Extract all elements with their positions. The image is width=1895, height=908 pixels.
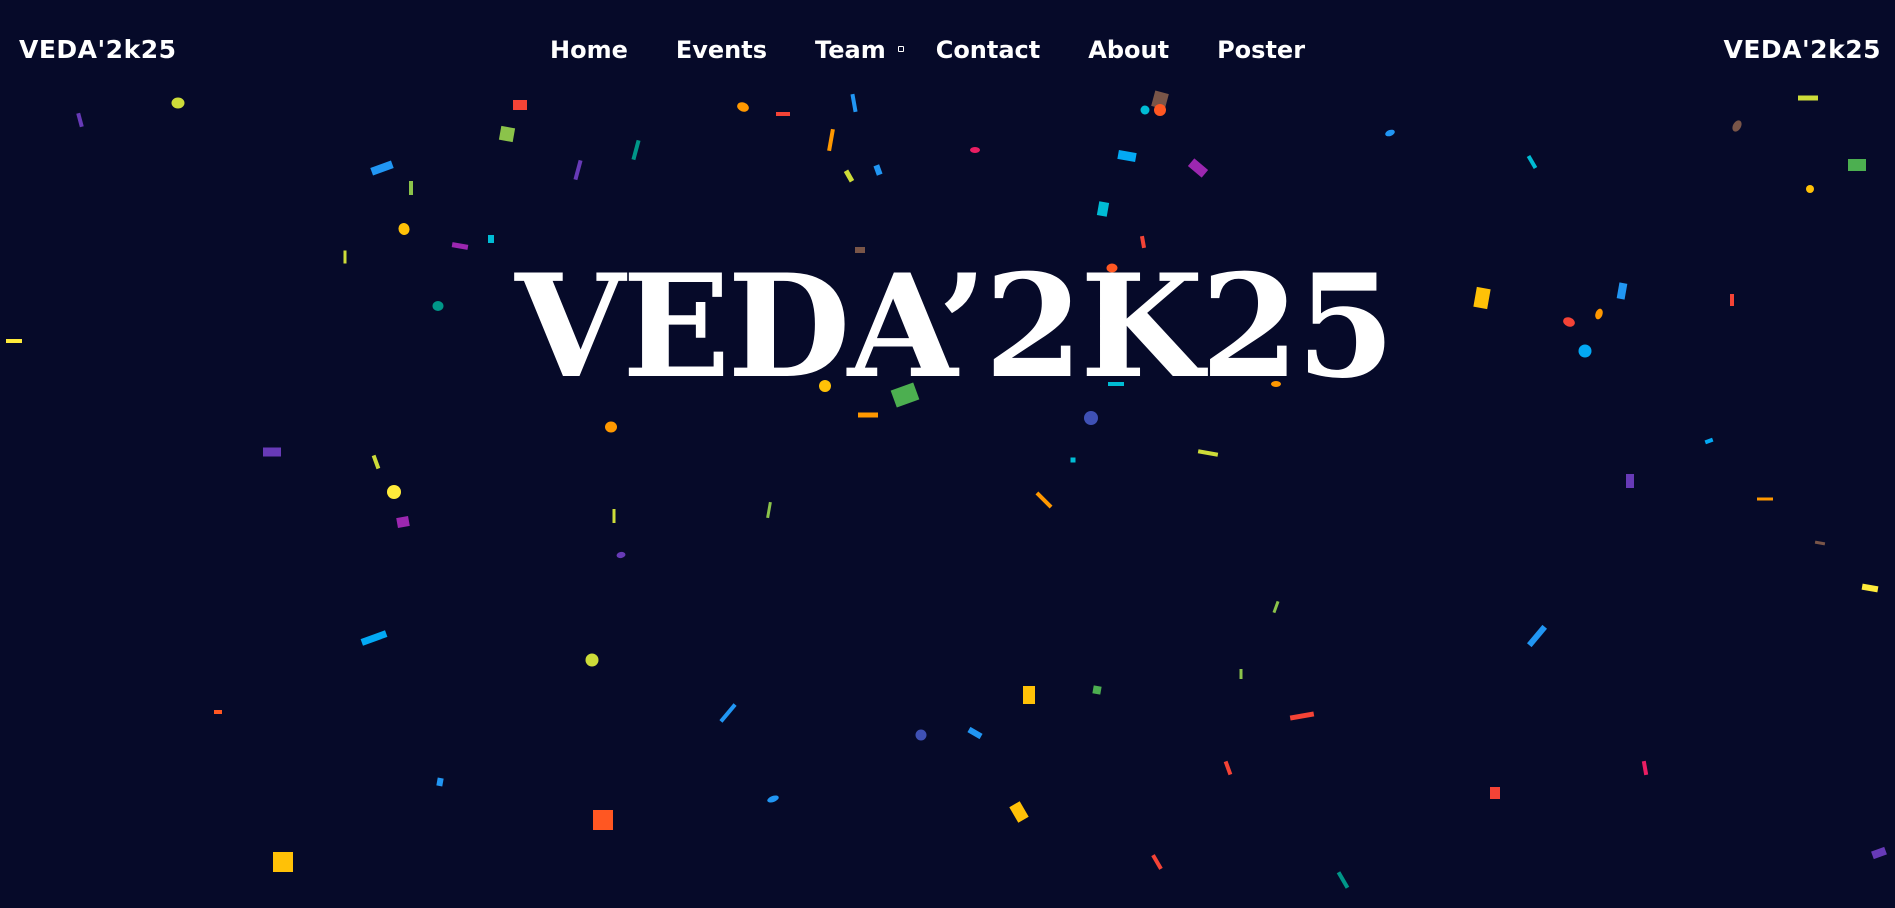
confetti-piece: [1806, 185, 1814, 193]
confetti-piece: [573, 159, 583, 181]
confetti-piece: [1595, 308, 1603, 320]
confetti-piece: [1490, 787, 1500, 799]
confetti-piece: [1385, 129, 1395, 137]
confetti-piece: [1757, 497, 1773, 501]
confetti-piece: [1704, 437, 1714, 445]
confetti-piece: [967, 726, 983, 740]
brand-logo-right[interactable]: VEDA'2k25: [1724, 34, 1882, 66]
confetti-piece: [1151, 854, 1163, 870]
confetti-piece: [605, 421, 617, 433]
confetti-piece: [6, 339, 22, 343]
confetti-piece: [1814, 540, 1826, 546]
confetti-piece: [1197, 449, 1219, 457]
confetti-piece: [436, 777, 444, 787]
confetti-piece: [1563, 317, 1575, 327]
top-navbar: VEDA'2k25 Home Events Team Contact About…: [0, 0, 1895, 100]
confetti-piece: [737, 102, 749, 112]
confetti-piece: [1140, 105, 1150, 115]
dropdown-indicator-icon: [897, 46, 904, 52]
confetti-piece: [343, 250, 347, 264]
confetti-piece: [1473, 286, 1491, 310]
confetti-piece: [1641, 760, 1649, 776]
confetti-piece: [409, 181, 413, 195]
brand-logo-left[interactable]: VEDA'2k25: [19, 34, 177, 66]
confetti-piece: [631, 139, 641, 161]
confetti-piece: [398, 223, 410, 235]
nav-team[interactable]: Team: [815, 34, 904, 66]
confetti-piece: [1730, 294, 1734, 306]
confetti-piece: [767, 795, 779, 803]
confetti-piece: [488, 235, 494, 243]
confetti-piece: [873, 164, 883, 176]
confetti-piece: [612, 509, 616, 523]
confetti-piece: [776, 112, 790, 116]
confetti-piece: [585, 653, 599, 667]
confetti-piece: [1117, 150, 1137, 162]
confetti-piece: [1626, 474, 1634, 488]
confetti-piece: [387, 485, 401, 499]
confetti-piece: [1035, 491, 1053, 509]
confetti-piece: [370, 160, 394, 176]
hero-title: VEDA’2K25: [515, 244, 1395, 410]
confetti-piece: [432, 301, 444, 311]
confetti-piece: [1526, 154, 1538, 170]
nav-team-label: Team: [815, 36, 886, 64]
confetti-piece: [1154, 104, 1166, 116]
nav-home[interactable]: Home: [550, 34, 628, 66]
confetti-piece: [1578, 344, 1592, 358]
confetti-piece: [1732, 120, 1742, 132]
confetti-piece: [1023, 686, 1035, 704]
confetti-piece: [766, 501, 772, 519]
confetti-piece: [1272, 600, 1280, 614]
nav-events[interactable]: Events: [676, 34, 767, 66]
confetti-piece: [1861, 583, 1879, 593]
confetti-piece: [1526, 624, 1548, 648]
confetti-piece: [396, 516, 410, 528]
confetti-piece: [915, 729, 927, 741]
confetti-piece: [360, 630, 388, 646]
confetti-piece: [263, 447, 281, 457]
confetti-piece: [1848, 159, 1866, 171]
confetti-piece: [1239, 669, 1243, 679]
confetti-piece: [1096, 201, 1110, 217]
confetti-piece: [1223, 760, 1233, 776]
confetti-piece: [616, 551, 626, 559]
confetti-piece: [1871, 846, 1887, 860]
confetti-piece: [1336, 871, 1350, 889]
confetti-piece: [214, 710, 222, 714]
confetti-piece: [593, 810, 613, 830]
confetti-piece: [827, 128, 835, 152]
confetti-piece: [273, 852, 293, 872]
confetti-piece: [843, 169, 855, 183]
confetti-piece: [1070, 457, 1076, 463]
confetti-piece: [76, 112, 84, 128]
confetti-piece: [1187, 158, 1209, 178]
confetti-layer: [6, 90, 1887, 889]
confetti-piece: [498, 125, 516, 143]
confetti-piece: [371, 454, 381, 470]
confetti-piece: [451, 242, 469, 250]
confetti-piece: [513, 100, 527, 110]
nav-about[interactable]: About: [1088, 34, 1169, 66]
nav-contact[interactable]: Contact: [936, 34, 1041, 66]
nav-poster[interactable]: Poster: [1217, 34, 1305, 66]
confetti-piece: [719, 703, 737, 723]
confetti-piece: [1009, 801, 1029, 823]
confetti-piece: [1092, 685, 1102, 695]
nav-links: Home Events Team Contact About Poster: [550, 34, 1353, 66]
confetti-piece: [970, 147, 980, 153]
confetti-piece: [1289, 711, 1315, 721]
confetti-piece: [1616, 282, 1628, 300]
